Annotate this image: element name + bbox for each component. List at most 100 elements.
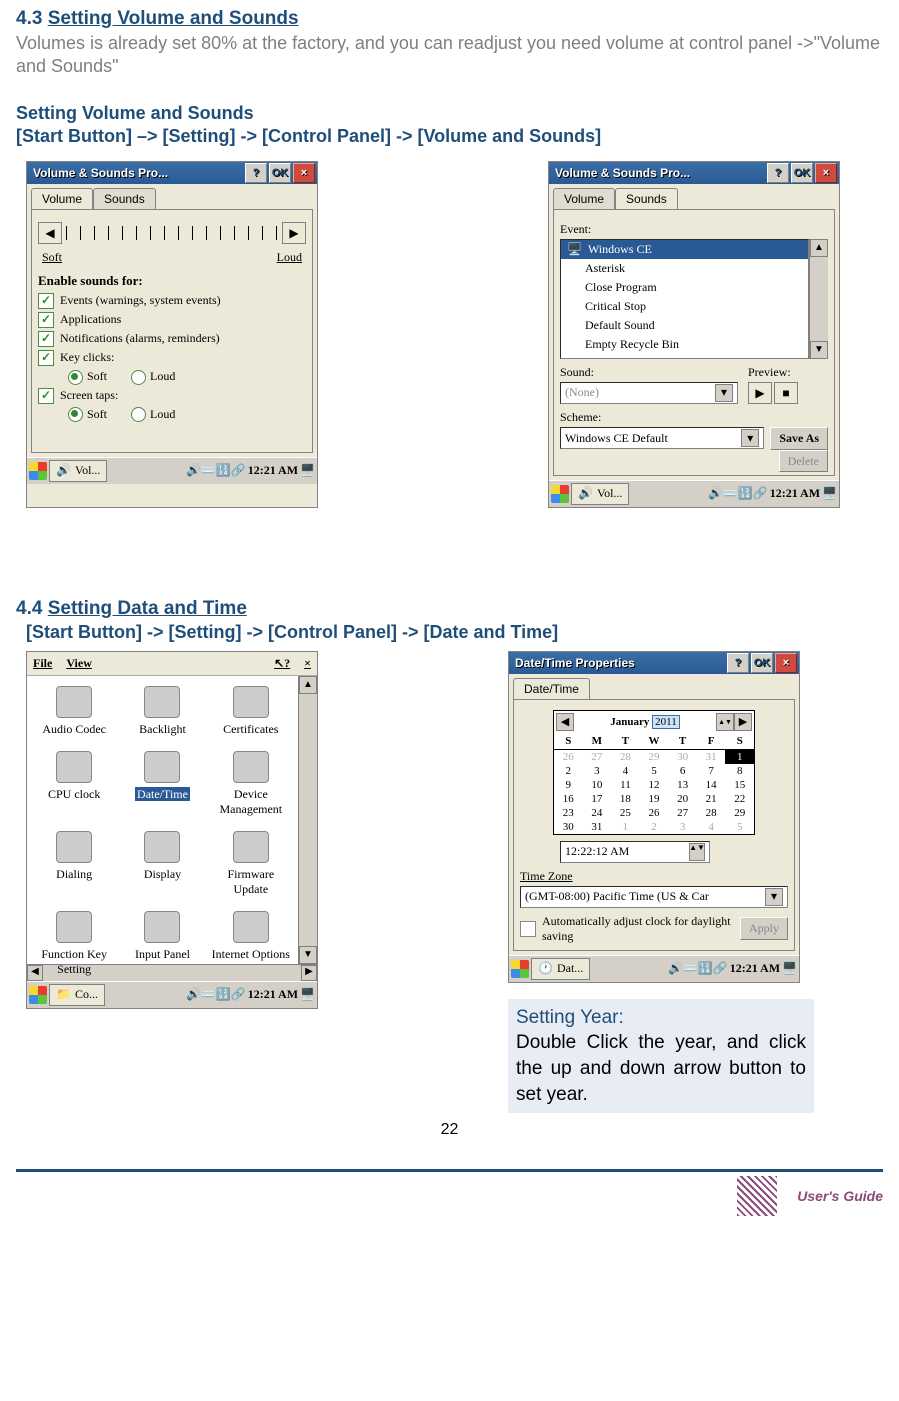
tab-sounds[interactable]: Sounds — [93, 188, 156, 209]
volume-right-button[interactable]: ▶ — [282, 222, 306, 244]
window-sounds: Volume & Sounds Pro... ? OK × Volume Sou… — [548, 161, 840, 508]
help-icon[interactable]: ↖? — [274, 656, 290, 671]
volume-slider[interactable] — [66, 226, 278, 240]
cp-grid: Audio Codec Backlight Certificates CPU c… — [27, 676, 298, 964]
clock-2: 12:21 AM — [770, 486, 820, 501]
dt-close[interactable]: × — [775, 653, 797, 673]
event-item-4[interactable]: Default Sound — [561, 316, 808, 335]
desktop-icon-4[interactable]: 🖥️ — [782, 961, 797, 976]
chk-apps-label: Applications — [60, 312, 121, 327]
calendar-body[interactable]: 2627282930311234567891011121314151617181… — [554, 750, 754, 834]
cp-dialing[interactable]: Dialing — [33, 831, 115, 897]
note-body: Double Click the year, and click the up … — [516, 1032, 806, 1104]
dt-help[interactable]: ? — [727, 653, 749, 673]
radio-key-soft-label: Soft — [87, 369, 107, 383]
chk-notif[interactable]: ✓ — [38, 331, 54, 347]
time-input[interactable]: 12:22:12 AM▲▼ — [560, 841, 710, 863]
chk-screen[interactable]: ✓ — [38, 388, 54, 404]
start-button-2[interactable] — [551, 485, 569, 503]
close-button[interactable]: × — [293, 163, 315, 183]
page-number: 22 — [16, 1121, 883, 1139]
radio-scr-loud[interactable] — [131, 407, 146, 422]
preview-play[interactable]: ▶ — [748, 382, 772, 404]
preview-stop[interactable]: ■ — [774, 382, 798, 404]
chk-notif-label: Notifications (alarms, reminders) — [60, 331, 220, 346]
chk-screen-label: Screen taps: — [60, 388, 118, 403]
taskbar-dat[interactable]: 🕐 Dat... — [531, 958, 590, 980]
cal-prev[interactable]: ◀ — [556, 713, 574, 731]
cp-date-time[interactable]: Date/Time — [121, 751, 203, 817]
start-button-3[interactable] — [29, 986, 47, 1004]
chk-key[interactable]: ✓ — [38, 350, 54, 366]
volume-left-button[interactable]: ◀ — [38, 222, 62, 244]
tab-sounds-2[interactable]: Sounds — [615, 188, 678, 209]
tz-combo[interactable]: (GMT-08:00) Pacific Time (US & Car▾ — [520, 886, 788, 908]
desktop-icon[interactable]: 🖥️ — [300, 463, 315, 478]
title-text-2: Volume & Sounds Pro... — [555, 166, 690, 180]
year-input[interactable]: 2011 — [652, 715, 680, 729]
menu-file[interactable]: File — [33, 656, 52, 671]
hscroll-left[interactable]: ◀ — [27, 965, 43, 981]
tab-volume[interactable]: Volume — [31, 188, 93, 209]
taskbar-vol[interactable]: 🔊 Vol... — [49, 460, 107, 482]
cp-display[interactable]: Display — [121, 831, 203, 897]
cp-close[interactable]: × — [304, 656, 311, 671]
desktop-icon-3[interactable]: 🖥️ — [300, 987, 315, 1002]
start-button[interactable] — [29, 462, 47, 480]
dt-tab[interactable]: Date/Time — [513, 678, 590, 699]
tab-volume-2[interactable]: Volume — [553, 188, 615, 209]
event-scrollbar[interactable]: ▲▼ — [809, 239, 828, 359]
preview-label: Preview: — [748, 365, 828, 380]
start-button-4[interactable] — [511, 960, 529, 978]
apply-button[interactable]: Apply — [740, 917, 788, 940]
cp-certificates[interactable]: Certificates — [210, 686, 292, 737]
chk-dst-label: Automatically adjust clock for daylight … — [542, 914, 734, 944]
dow: M — [583, 735, 612, 747]
radio-key-loud[interactable] — [131, 370, 146, 385]
enable-sounds-label: Enable sounds for: — [38, 273, 306, 289]
sub-4-4: [Start Button] -> [Setting] -> [Control … — [26, 622, 883, 643]
chk-apps[interactable]: ✓ — [38, 312, 54, 328]
event-item-5[interactable]: Empty Recycle Bin — [561, 335, 808, 354]
cp-firmware[interactable]: Firmware Update — [210, 831, 292, 897]
event-item-3[interactable]: Critical Stop — [561, 297, 808, 316]
menu-view[interactable]: View — [66, 656, 92, 671]
cp-scrollbar[interactable]: ▲▼ — [298, 676, 317, 964]
tray-icons-4: 🔊⌨️🔢🔗 — [668, 961, 728, 976]
desktop-icon-2[interactable]: 🖥️ — [822, 486, 837, 501]
cal-next[interactable]: ▶ — [734, 713, 752, 731]
cp-device-mgmt[interactable]: Device Management — [210, 751, 292, 817]
chk-events[interactable]: ✓ — [38, 293, 54, 309]
ok-button[interactable]: OK — [269, 163, 291, 183]
dt-ok[interactable]: OK — [751, 653, 773, 673]
delete-button[interactable]: Delete — [779, 450, 828, 472]
event-list[interactable]: 🖥️ Windows CE Asterisk Close Program Cri… — [560, 239, 809, 359]
cp-audio-codec[interactable]: Audio Codec — [33, 686, 115, 737]
cp-backlight[interactable]: Backlight — [121, 686, 203, 737]
taskbar-vol-2[interactable]: 🔊 Vol... — [571, 483, 629, 505]
saveas-button[interactable]: Save As — [770, 427, 828, 450]
cp-cpu-clock[interactable]: CPU clock — [33, 751, 115, 817]
event-list-header[interactable]: 🖥️ Windows CE — [561, 240, 808, 259]
help-button-2[interactable]: ? — [767, 163, 789, 183]
tz-label: Time Zone — [520, 869, 788, 884]
close-button-2[interactable]: × — [815, 163, 837, 183]
sound-label: Sound: — [560, 365, 738, 380]
radio-key-soft[interactable] — [68, 370, 83, 385]
sound-combo[interactable]: (None)▾ — [560, 382, 738, 404]
help-button[interactable]: ? — [245, 163, 267, 183]
taskbar-co[interactable]: 📁 Co... — [49, 984, 105, 1006]
event-item-2[interactable]: Close Program — [561, 278, 808, 297]
clock-4: 12:21 AM — [730, 961, 780, 976]
chk-dst[interactable]: ✓ — [520, 921, 536, 937]
scheme-combo[interactable]: Windows CE Default▾ — [560, 427, 764, 449]
dow: S — [725, 735, 754, 747]
year-spinner[interactable]: ▲▼ — [716, 713, 734, 731]
radio-scr-soft[interactable] — [68, 407, 83, 422]
chk-key-label: Key clicks: — [60, 350, 114, 365]
calendar[interactable]: ◀ January 2011 ▲▼ ▶ S M T W T F — [553, 710, 755, 835]
ok-button-2[interactable]: OK — [791, 163, 813, 183]
hscroll-right[interactable]: ▶ — [301, 965, 317, 981]
event-item-1[interactable]: Asterisk — [561, 259, 808, 278]
tray-icons: 🔊⌨️🔢🔗 — [186, 463, 246, 478]
